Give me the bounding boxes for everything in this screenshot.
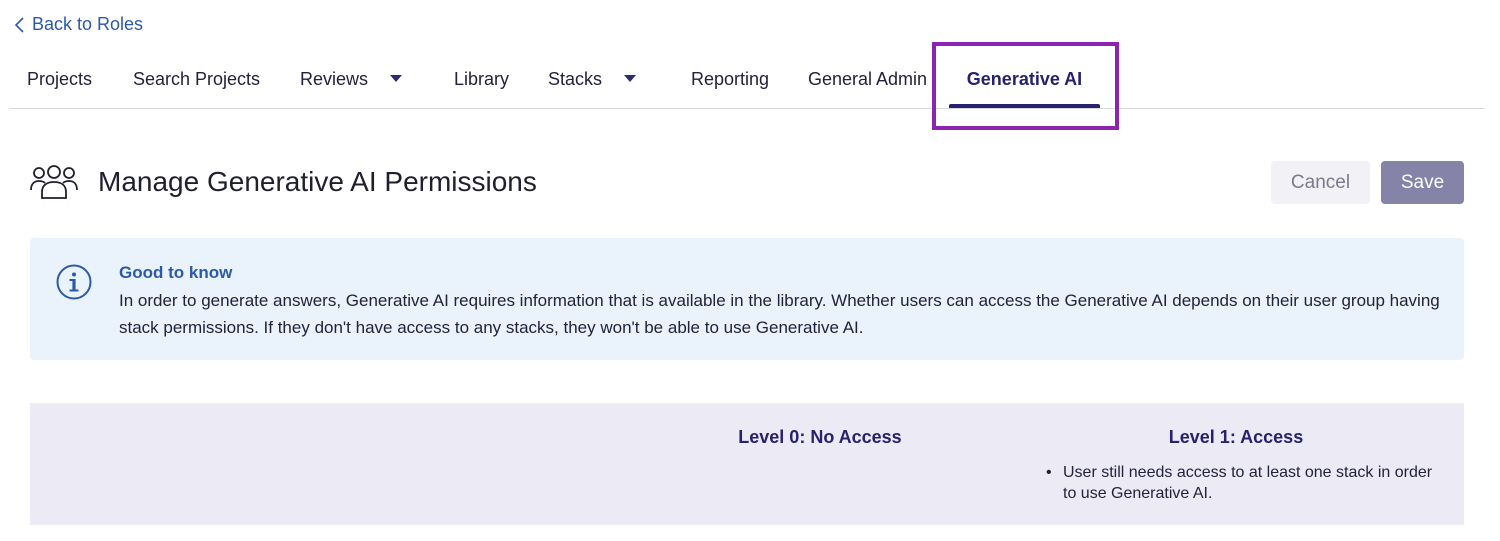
tab-reporting[interactable]: Reporting xyxy=(691,50,769,108)
tab-general-admin[interactable]: General Admin xyxy=(808,50,927,108)
tab-bar: Projects Search Projects Reviews Library… xyxy=(9,50,1485,109)
tab-stacks[interactable]: Stacks xyxy=(548,50,637,108)
info-circle-icon xyxy=(56,264,92,300)
tab-label: Reviews xyxy=(300,68,369,89)
level-notes: User still needs access to at least one … xyxy=(1036,462,1436,504)
save-button[interactable]: Save xyxy=(1381,161,1464,204)
page-header: Manage Generative AI Permissions Cancel … xyxy=(30,160,1464,205)
back-to-roles-link[interactable]: Back to Roles xyxy=(14,14,143,35)
caret-down-icon[interactable] xyxy=(624,75,637,83)
tab-projects[interactable]: Projects xyxy=(27,50,92,108)
back-link-label: Back to Roles xyxy=(32,14,144,34)
page-title: Manage Generative AI Permissions xyxy=(98,166,537,197)
tab-label: Projects xyxy=(27,68,93,89)
level-note: User still needs access to at least one … xyxy=(1046,462,1436,504)
tab-label: General Admin xyxy=(808,68,928,89)
permission-levels-panel: Level 0: No Access Level 1: Access User … xyxy=(30,403,1464,525)
tab-label: Stacks xyxy=(548,68,603,89)
level-0-column: Level 0: No Access xyxy=(680,427,960,448)
info-title: Good to know xyxy=(119,263,233,282)
tab-highlight-annotation xyxy=(932,42,1119,130)
tab-label: Library xyxy=(454,68,510,89)
user-group-icon xyxy=(30,165,78,199)
level-title: Level 1: Access xyxy=(1168,427,1304,447)
tab-reviews[interactable]: Reviews xyxy=(300,50,403,108)
tab-label: Reporting xyxy=(691,68,770,89)
level-title: Level 0: No Access xyxy=(738,427,902,447)
cancel-button[interactable]: Cancel xyxy=(1271,161,1370,204)
tab-library[interactable]: Library xyxy=(454,50,509,108)
info-callout: Good to know In order to generate answer… xyxy=(30,238,1464,360)
caret-down-icon[interactable] xyxy=(390,75,403,83)
level-1-column: Level 1: Access User still needs access … xyxy=(1036,427,1436,504)
chevron-left-icon xyxy=(14,16,24,33)
info-body: In order to generate answers, Generative… xyxy=(119,291,1440,337)
tab-label: Search Projects xyxy=(133,68,261,89)
tab-search-projects[interactable]: Search Projects xyxy=(133,50,260,108)
